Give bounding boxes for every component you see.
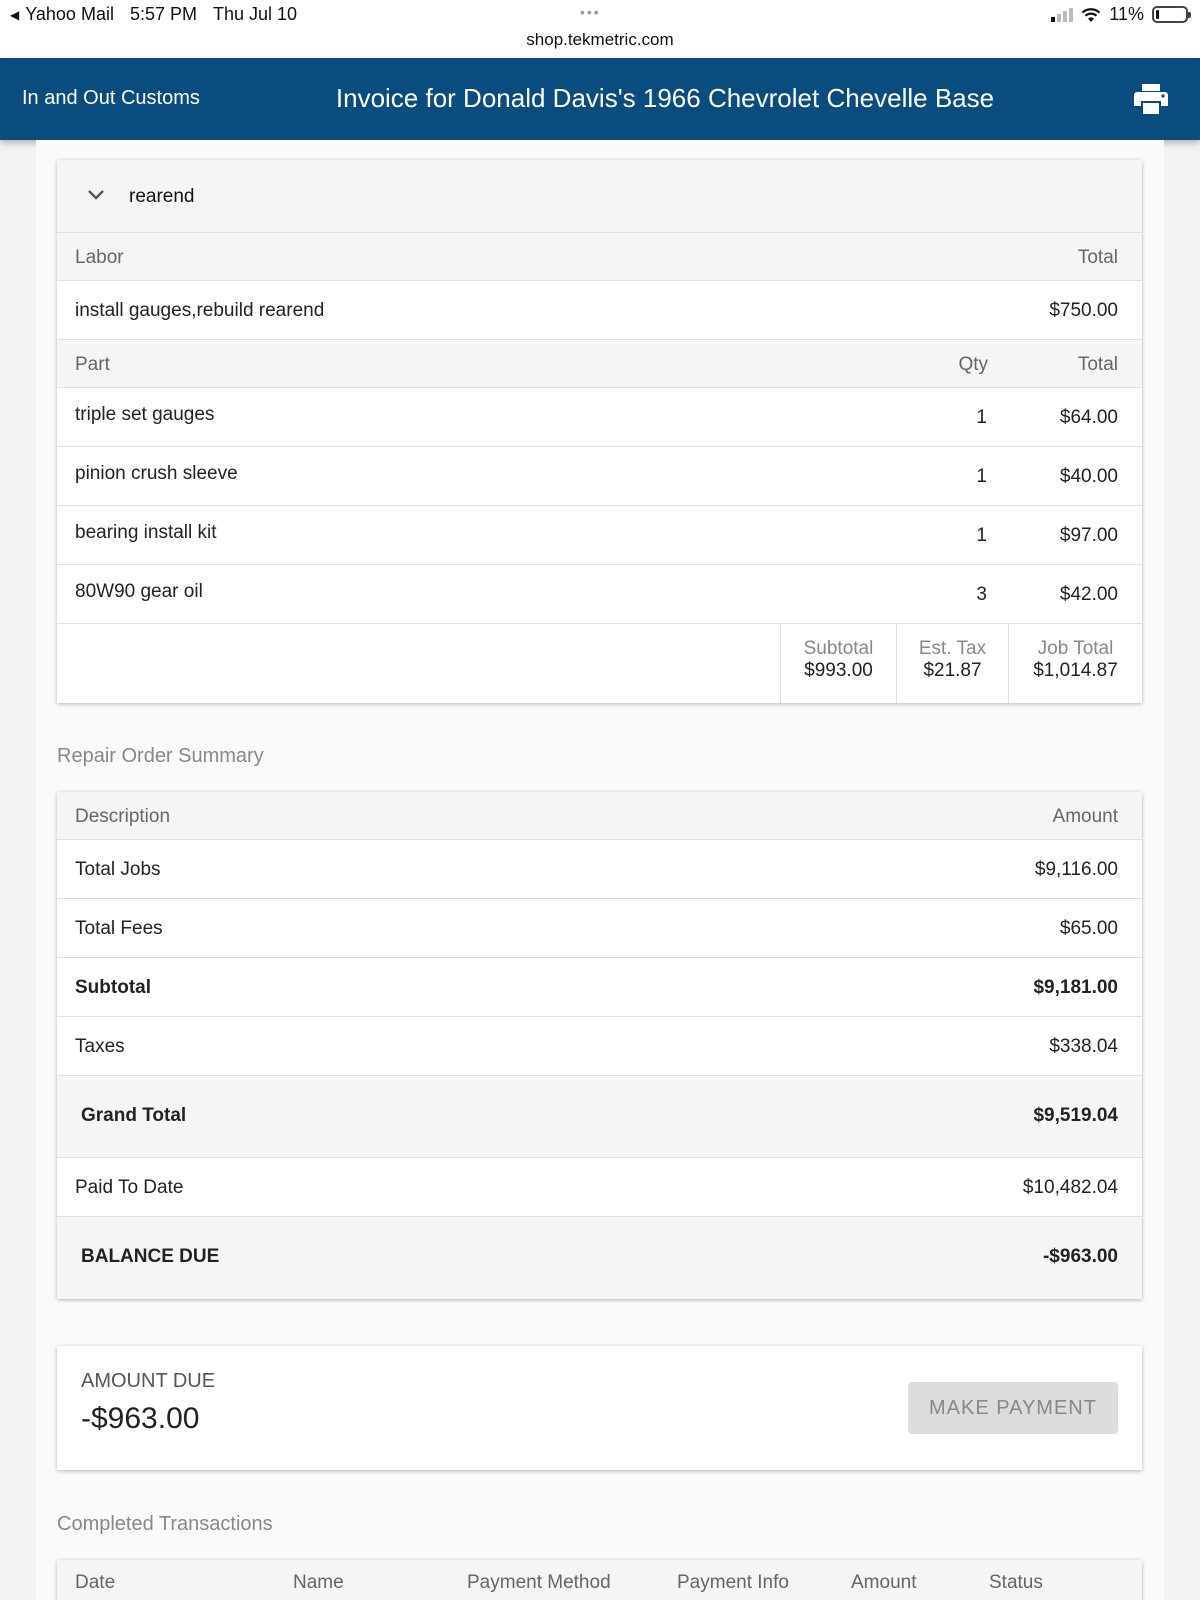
labor-header-row: Labor Total (57, 233, 1142, 281)
labor-total: $750.00 (1049, 300, 1118, 321)
column-payment-info: Payment Info (677, 1572, 789, 1593)
summary-amount: $9,116.00 (1034, 859, 1118, 880)
column-amount: Amount (851, 1572, 917, 1593)
job-name: rearend (129, 186, 195, 207)
part-column-label: Part (75, 354, 110, 375)
wifi-icon (1082, 7, 1101, 22)
amount-due-value: -$963.00 (81, 1402, 200, 1435)
part-qty: 1 (976, 407, 987, 428)
labor-row: install gauges,rebuild rearend $750.00 (57, 281, 1142, 340)
part-row: bearing install kit 1 $97.00 (57, 506, 1142, 565)
part-row: pinion crush sleeve 1 $40.00 (57, 447, 1142, 506)
est-tax-cell: Est. Tax $21.87 (896, 624, 1008, 703)
summary-row-balance-due: BALANCE DUE -$963.00 (57, 1217, 1142, 1299)
summary-amount: $9,519.04 (1033, 1105, 1118, 1126)
summary-header-row: Description Amount (57, 792, 1142, 840)
part-total: $40.00 (1059, 466, 1118, 487)
est-tax-label: Est. Tax (918, 638, 987, 659)
signal-icon (1051, 7, 1074, 22)
part-row: 80W90 gear oil 3 $42.00 (57, 565, 1142, 624)
part-total: $42.00 (1059, 584, 1118, 605)
summary-section-title: Repair Order Summary (57, 745, 264, 767)
column-date: Date (75, 1572, 116, 1593)
amount-due-card: AMOUNT DUE -$963.00 MAKE PAYMENT (57, 1346, 1142, 1470)
app-header: In and Out Customs Invoice for Donald Da… (0, 58, 1200, 140)
summary-label: Taxes (75, 1036, 125, 1057)
job-total-label: Job Total (1037, 638, 1114, 659)
summary-label: BALANCE DUE (81, 1246, 220, 1267)
battery-icon (1152, 6, 1191, 23)
transactions-header-row: Date Name Payment Method Payment Info Am… (57, 1560, 1142, 1600)
summary-amount: $9,181.00 (1033, 977, 1118, 998)
url-label[interactable]: shop.tekmetric.com (0, 30, 1200, 50)
summary-amount: -$963.00 (1042, 1246, 1118, 1267)
status-bar: ◀ Yahoo Mail 5:57 PM Thu Jul 10 ••• shop… (0, 0, 1200, 58)
subtotal-value: $993.00 (804, 660, 873, 681)
summary-label: Grand Total (81, 1105, 187, 1126)
job-totals-row: Subtotal $993.00 Est. Tax $21.87 Job Tot… (57, 624, 1142, 703)
back-arrow-icon[interactable]: ◀ (10, 8, 19, 22)
part-total-column-label: Total (1077, 354, 1118, 375)
subtotal-cell: Subtotal $993.00 (780, 624, 896, 703)
column-name: Name (293, 1572, 344, 1593)
summary-amount: $10,482.04 (1022, 1177, 1118, 1198)
make-payment-button[interactable]: MAKE PAYMENT (908, 1382, 1118, 1434)
est-tax-value: $21.87 (923, 660, 982, 681)
part-qty: 1 (976, 525, 987, 546)
job-header[interactable]: rearend (57, 160, 1142, 233)
labor-total-column-label: Total (1077, 247, 1118, 268)
summary-amount: $338.04 (1049, 1036, 1118, 1057)
part-total: $97.00 (1059, 525, 1118, 546)
part-total: $64.00 (1059, 407, 1118, 428)
part-name: pinion crush sleeve (75, 463, 238, 484)
summary-row-subtotal: Subtotal $9,181.00 (57, 958, 1142, 1017)
printer-icon[interactable] (1134, 84, 1168, 114)
page-title: Invoice for Donald Davis's 1966 Chevrole… (335, 83, 995, 113)
status-time: 5:57 PM (129, 4, 197, 24)
part-row: triple set gauges 1 $64.00 (57, 388, 1142, 447)
summary-label: Total Fees (75, 918, 163, 939)
summary-row-paid-to-date: Paid To Date $10,482.04 (57, 1158, 1142, 1217)
part-name: 80W90 gear oil (75, 581, 203, 602)
summary-row-taxes: Taxes $338.04 (57, 1017, 1142, 1076)
summary-card: Description Amount Total Jobs $9,116.00 … (57, 792, 1142, 1299)
transactions-card: Date Name Payment Method Payment Info Am… (57, 1560, 1142, 1600)
summary-label: Subtotal (75, 977, 151, 998)
status-bar-right: 11% (1051, 4, 1191, 25)
summary-row-total-jobs: Total Jobs $9,116.00 (57, 840, 1142, 899)
amount-column-label: Amount (1052, 806, 1118, 827)
multitask-dots-icon[interactable]: ••• (580, 4, 601, 20)
job-total-value: $1,014.87 (1033, 660, 1118, 681)
summary-amount: $65.00 (1059, 918, 1118, 939)
amount-due-label: AMOUNT DUE (81, 1370, 216, 1392)
transactions-section-title: Completed Transactions (57, 1513, 273, 1535)
summary-label: Paid To Date (75, 1177, 184, 1198)
labor-column-label: Labor (75, 247, 124, 268)
summary-label: Total Jobs (75, 859, 161, 880)
job-total-cell: Job Total $1,014.87 (1008, 624, 1142, 703)
summary-row-total-fees: Total Fees $65.00 (57, 899, 1142, 958)
battery-percent: 11% (1109, 4, 1144, 24)
part-name: triple set gauges (75, 404, 215, 425)
column-payment-method: Payment Method (467, 1572, 611, 1593)
job-card: rearend Labor Total install gauges,rebui… (57, 160, 1142, 703)
description-column-label: Description (75, 806, 171, 827)
part-header-row: Part Qty Total (57, 340, 1142, 388)
part-qty: 3 (976, 584, 987, 605)
back-app-label[interactable]: Yahoo Mail (25, 4, 114, 25)
status-date: Thu Jul 10 (213, 4, 298, 24)
summary-row-grand-total: Grand Total $9,519.04 (57, 1076, 1142, 1158)
column-status: Status (989, 1572, 1043, 1593)
part-name: bearing install kit (75, 522, 217, 543)
part-qty: 1 (976, 466, 987, 487)
chevron-down-icon[interactable] (87, 189, 105, 201)
labor-description: install gauges,rebuild rearend (75, 300, 325, 321)
subtotal-label: Subtotal (803, 638, 874, 659)
qty-column-label: Qty (958, 354, 988, 375)
status-bar-left: ◀ Yahoo Mail 5:57 PM Thu Jul 10 (10, 4, 297, 25)
